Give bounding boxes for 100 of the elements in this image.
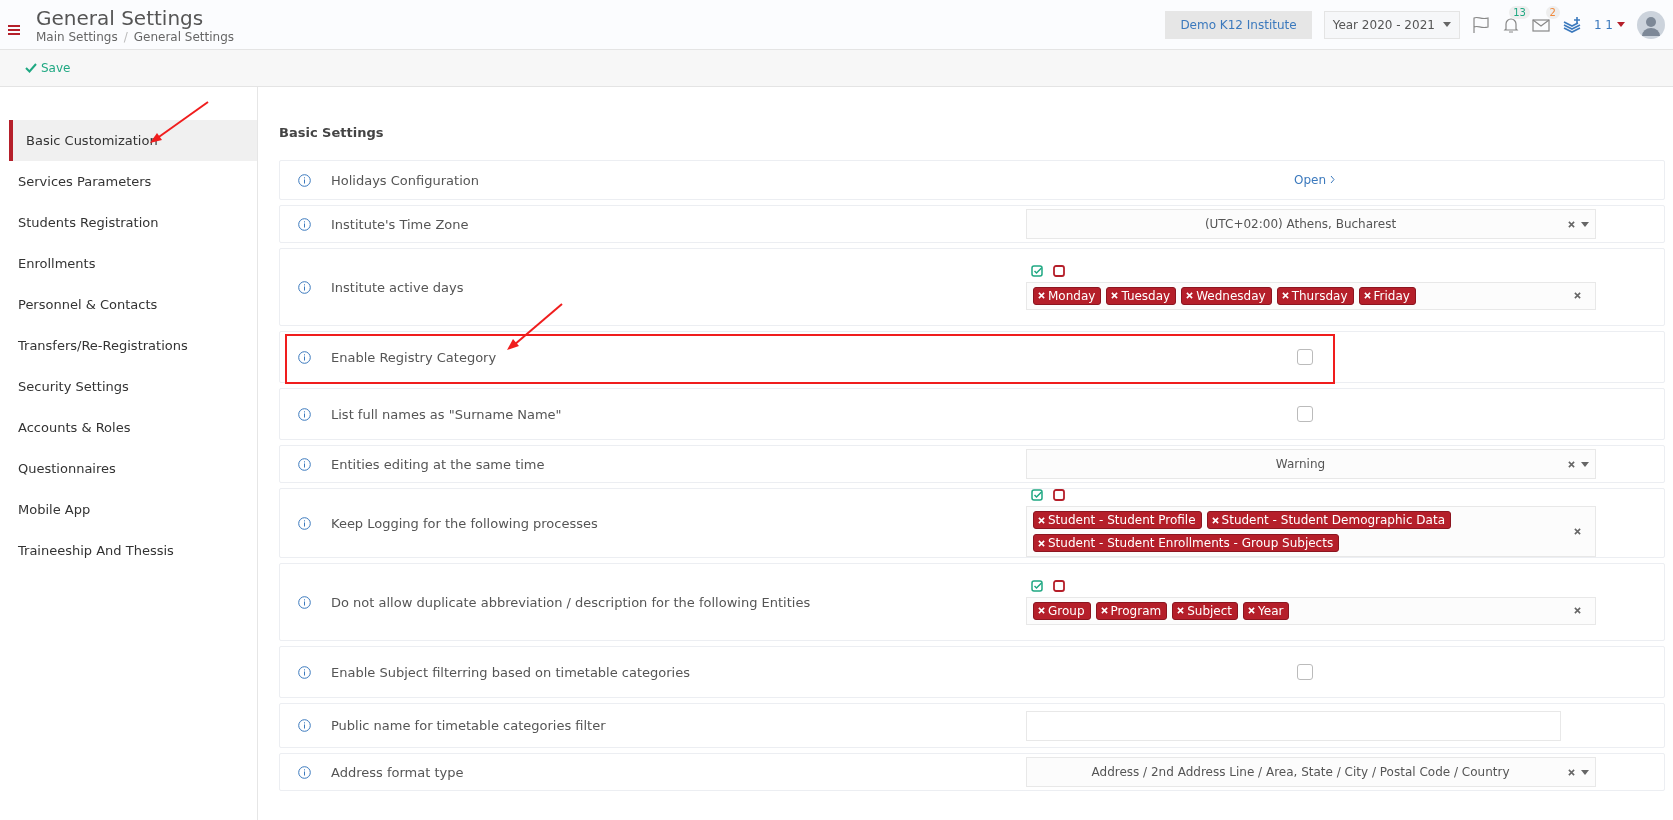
- info-icon[interactable]: [298, 765, 311, 779]
- info-icon[interactable]: [298, 595, 311, 609]
- setting-label: Enable Registry Category: [331, 349, 498, 365]
- remove-icon[interactable]: [1281, 292, 1289, 299]
- info-icon[interactable]: [298, 516, 311, 530]
- breadcrumb-link[interactable]: General Settings: [133, 29, 235, 44]
- tag: Wednesday: [1181, 286, 1272, 305]
- arrow-annotation: [505, 302, 564, 352]
- sidebar-item[interactable]: Questionnaires: [0, 448, 257, 489]
- info-icon[interactable]: [298, 407, 311, 421]
- tags-field[interactable]: Group Program Subject Year: [1026, 596, 1596, 625]
- info-icon[interactable]: [298, 173, 311, 187]
- message-count: 2: [1545, 5, 1560, 19]
- remove-icon[interactable]: [1038, 292, 1045, 299]
- sidebar-item[interactable]: Security Settings: [0, 366, 257, 407]
- breadcrumb-link[interactable]: Main Settings: [36, 29, 118, 44]
- info-icon[interactable]: [298, 665, 311, 679]
- info-icon[interactable]: [298, 719, 311, 732]
- setting-label: Holidays Configuration: [331, 172, 480, 188]
- open-link[interactable]: Open: [1294, 173, 1335, 187]
- caret-icon[interactable]: [1581, 461, 1589, 467]
- sidebar-item[interactable]: Enrollments: [0, 243, 257, 284]
- setting-label: Entities editing at the same time: [331, 456, 546, 472]
- tags-field[interactable]: Student - Student Profile Student - Student Demographic Data Student - Student Enrollments - Group Subjects: [1026, 506, 1596, 557]
- checkbox[interactable]: [1297, 349, 1313, 365]
- sidebar-item[interactable]: Personnel & Contacts: [0, 284, 257, 325]
- clear-all-icon[interactable]: [1053, 489, 1065, 501]
- tag: Student - Student Demographic Data: [1206, 511, 1451, 529]
- clear-icon[interactable]: [1568, 460, 1575, 468]
- tag: Friday: [1358, 286, 1416, 305]
- select-field[interactable]: (UTC+02:00) Athens, Bucharest: [1026, 209, 1596, 239]
- clear-icon[interactable]: [1574, 607, 1581, 614]
- remove-icon[interactable]: [1100, 607, 1108, 614]
- tag: Program: [1095, 601, 1168, 620]
- sidebar-item[interactable]: Basic Customization: [9, 120, 257, 161]
- menu-icon[interactable]: [8, 24, 20, 35]
- clear-all-icon[interactable]: [1053, 264, 1065, 277]
- info-icon[interactable]: [298, 217, 311, 231]
- clear-icon[interactable]: [1568, 220, 1575, 228]
- remove-icon[interactable]: [1038, 607, 1045, 614]
- info-icon[interactable]: [298, 457, 311, 471]
- tag: Monday: [1033, 286, 1102, 305]
- breadcrumb-separator: /: [123, 29, 128, 44]
- clear-icon[interactable]: [1574, 528, 1581, 535]
- setting-label: Public name for timetable categories filter: [331, 718, 607, 733]
- setting-label: Keep Logging for the following processes: [331, 515, 599, 531]
- remove-icon[interactable]: [1038, 516, 1045, 524]
- flag-icon[interactable]: [1471, 15, 1490, 34]
- caret-icon[interactable]: [1581, 769, 1589, 775]
- checkbox[interactable]: [1297, 664, 1313, 680]
- caret-icon[interactable]: [1581, 221, 1589, 227]
- info-icon[interactable]: [298, 350, 311, 364]
- setting-label: Do not allow duplicate abbreviation / description for the following Entities: [331, 594, 812, 610]
- setting-label: Address format type: [331, 764, 465, 780]
- sidebar-item[interactable]: Traineeship And Thessis: [0, 530, 257, 571]
- select-all-icon[interactable]: [1031, 264, 1043, 277]
- info-icon[interactable]: [298, 280, 311, 294]
- institute-label[interactable]: Demo K12 Institute: [1165, 10, 1312, 39]
- setting-label: List full names as "Surname Name": [331, 406, 563, 422]
- section-title: Basic Settings: [279, 124, 385, 142]
- tag: Subject: [1172, 601, 1239, 620]
- clear-icon[interactable]: [1574, 292, 1581, 299]
- avatar[interactable]: [1637, 10, 1665, 39]
- select-all-icon[interactable]: [1031, 579, 1043, 592]
- sidebar-item[interactable]: Transfers/Re-Registrations: [0, 325, 257, 366]
- caret-icon[interactable]: [1617, 22, 1625, 27]
- page-title: General Settings: [36, 5, 205, 30]
- chevron-icon: [1329, 175, 1335, 184]
- tag: Tuesday: [1106, 286, 1177, 305]
- clear-icon[interactable]: [1568, 768, 1575, 776]
- tags-field[interactable]: Monday Tuesday Wednesday Thursday Friday: [1026, 281, 1596, 310]
- tag: Group: [1033, 601, 1091, 620]
- select-field[interactable]: Warning: [1026, 449, 1596, 479]
- clear-all-icon[interactable]: [1053, 579, 1065, 592]
- remove-icon[interactable]: [1211, 516, 1219, 524]
- tag: Student - Student Profile: [1033, 511, 1202, 529]
- tag: Thursday: [1276, 286, 1354, 305]
- remove-icon[interactable]: [1177, 607, 1185, 614]
- sidebar-item[interactable]: Mobile App: [0, 489, 257, 530]
- notification-count: 13: [1509, 5, 1530, 19]
- bell-icon[interactable]: [1501, 15, 1520, 34]
- checkbox[interactable]: [1297, 406, 1313, 422]
- layers-add-icon[interactable]: [1561, 15, 1582, 34]
- select-field[interactable]: Address / 2nd Address Line / Area, State / City / Postal Code / Country: [1026, 757, 1596, 787]
- caret-icon[interactable]: [1442, 22, 1451, 27]
- setting-label: Institute's Time Zone: [331, 216, 470, 232]
- setting-label: Enable Subject filterring based on timetable categories: [331, 664, 691, 680]
- sidebar-item[interactable]: Accounts & Roles: [0, 407, 257, 448]
- setting-label: Institute active days: [331, 279, 465, 295]
- user-name[interactable]: 1 1: [1593, 17, 1613, 32]
- remove-icon[interactable]: [1186, 292, 1194, 299]
- select-all-icon[interactable]: [1031, 489, 1043, 501]
- remove-icon[interactable]: [1038, 539, 1045, 547]
- remove-icon[interactable]: [1363, 292, 1371, 299]
- sidebar-item[interactable]: Services Parameters: [0, 161, 257, 202]
- remove-icon[interactable]: [1248, 607, 1256, 614]
- sidebar-item[interactable]: Students Registration: [0, 202, 257, 243]
- year-dropdown[interactable]: Year 2020 - 2021: [1323, 10, 1460, 39]
- remove-icon[interactable]: [1111, 292, 1119, 299]
- tag: Year: [1243, 601, 1290, 620]
